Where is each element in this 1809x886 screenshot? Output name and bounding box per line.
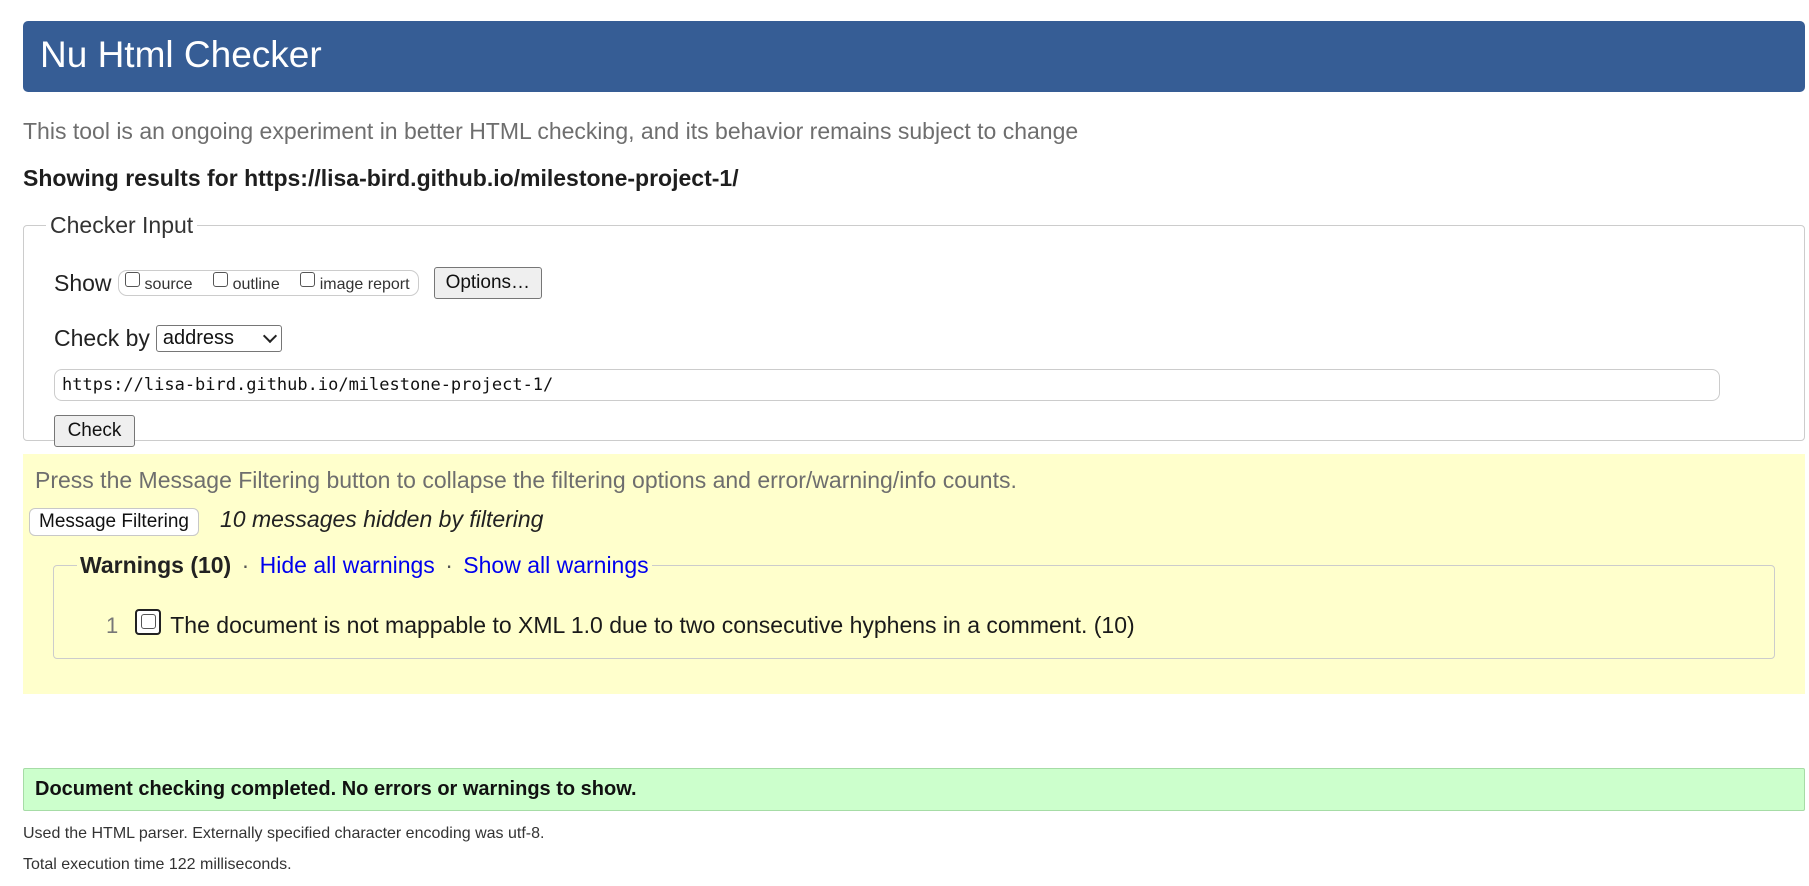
warnings-legend: Warnings (10) · Hide all warnings · Show…: [77, 552, 652, 579]
options-button[interactable]: Options…: [433, 267, 543, 299]
warning-filter-checkbox-box[interactable]: [140, 614, 156, 629]
warnings-title: Warnings (10): [80, 552, 232, 578]
show-outline-option[interactable]: outline: [212, 271, 280, 294]
warning-item: 1 The document is not mappable to XML 1.…: [106, 608, 1135, 639]
success-status-message: Document checking completed. No errors o…: [23, 768, 1805, 811]
warnings-fieldset: Warnings (10) · Hide all warnings · Show…: [53, 552, 1775, 659]
page: Nu Html Checker This tool is an ongoing …: [0, 0, 1809, 886]
checker-input-fieldset: Checker Input Show source outline image …: [23, 212, 1805, 447]
show-source-option[interactable]: source: [124, 271, 193, 294]
checker-input-legend: Checker Input: [50, 212, 194, 238]
legend-separator: ·: [445, 552, 453, 578]
warning-filter-checkbox[interactable]: [135, 608, 162, 635]
check-by-label: Check by: [54, 325, 150, 351]
page-title: Nu Html Checker: [40, 34, 322, 75]
chevron-down-icon: [262, 328, 277, 344]
show-all-warnings-link[interactable]: Show all warnings: [463, 552, 648, 578]
show-outline-checkbox[interactable]: [212, 271, 228, 287]
show-outline-label[interactable]: outline: [233, 276, 280, 294]
check-by-row: Check by address: [54, 325, 282, 352]
header-banner: Nu Html Checker: [23, 21, 1805, 92]
show-source-label[interactable]: source: [145, 276, 193, 294]
show-image-report-checkbox[interactable]: [299, 271, 315, 287]
show-image-report-label[interactable]: image report: [320, 276, 410, 294]
check-by-selected-value: address: [162, 327, 235, 349]
results-heading: Showing results for https://lisa-bird.gi…: [23, 165, 739, 191]
show-label: Show: [54, 269, 112, 296]
warning-number: 1: [106, 612, 119, 638]
message-filtering-panel: Press the Message Filtering button to co…: [23, 454, 1805, 694]
hide-all-warnings-link[interactable]: Hide all warnings: [260, 552, 435, 578]
check-by-select[interactable]: address: [155, 325, 282, 352]
show-source-checkbox[interactable]: [124, 271, 140, 287]
hidden-messages-count: 10 messages hidden by filtering: [220, 506, 544, 532]
tagline: This tool is an ongoing experiment in be…: [23, 118, 1079, 144]
show-options-row: Show source outline image report Options…: [54, 267, 543, 299]
url-input[interactable]: https://lisa-bird.github.io/milestone-pr…: [54, 369, 1720, 401]
message-filtering-button[interactable]: Message Filtering: [29, 508, 199, 536]
show-options-group: source outline image report: [117, 270, 419, 296]
check-button[interactable]: Check: [54, 415, 135, 447]
parser-note: Used the HTML parser. Externally specifi…: [23, 825, 545, 842]
show-image-report-option[interactable]: image report: [299, 271, 410, 294]
execution-time: Total execution time 122 milliseconds.: [23, 856, 292, 873]
legend-separator: ·: [241, 552, 250, 578]
warning-message: The document is not mappable to XML 1.0 …: [170, 612, 1135, 638]
filtering-hint: Press the Message Filtering button to co…: [35, 467, 1017, 493]
